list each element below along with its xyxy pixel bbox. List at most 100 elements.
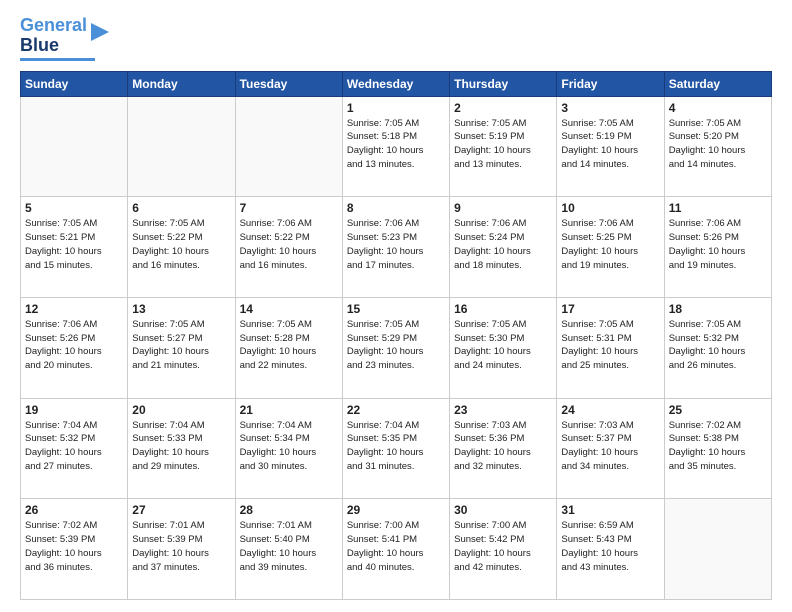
calendar-cell: 26Sunrise: 7:02 AM Sunset: 5:39 PM Dayli…: [21, 499, 128, 600]
weekday-header-monday: Monday: [128, 71, 235, 96]
logo-general: General: [20, 15, 87, 35]
calendar-cell: 5 Sunrise: 7:05 AM Sunset: 5:21 PM Daylig…: [21, 197, 128, 298]
calendar-cell: 31 Sunrise: 6:59 AM Sunset: 5:43 PM Dayli…: [557, 499, 664, 600]
day-number: 29: [347, 503, 445, 517]
calendar-cell: 1Sunrise: 7:05 AM Sunset: 5:18 PM Daylig…: [342, 96, 449, 197]
day-info: Sunrise: 7:06 AM Sunset: 5:26 PM Dayligh…: [25, 318, 123, 373]
day-number: 4: [669, 101, 767, 115]
calendar-cell: [664, 499, 771, 600]
day-info: Sunrise: 7:05 AM Sunset: 5:32 PM Dayligh…: [669, 318, 767, 373]
logo: General Blue: [20, 16, 111, 61]
weekday-header-sunday: Sunday: [21, 71, 128, 96]
header: General Blue: [20, 16, 772, 61]
calendar-cell: 18 Sunrise: 7:05 AM Sunset: 5:32 PM Dayli…: [664, 297, 771, 398]
day-info: Sunrise: 7:05 AM Sunset: 5:29 PM Dayligh…: [347, 318, 445, 373]
day-info: Sunrise: 7:05 AM Sunset: 5:20 PM Dayligh…: [669, 117, 767, 172]
day-number: 14: [240, 302, 338, 316]
day-number: 18: [669, 302, 767, 316]
calendar-cell: 12 Sunrise: 7:06 AM Sunset: 5:26 PM Dayli…: [21, 297, 128, 398]
day-info: Sunrise: 7:06 AM Sunset: 5:23 PM Dayligh…: [347, 217, 445, 272]
calendar-week-row: 1Sunrise: 7:05 AM Sunset: 5:18 PM Daylig…: [21, 96, 772, 197]
weekday-header-thursday: Thursday: [450, 71, 557, 96]
day-info: Sunrise: 7:06 AM Sunset: 5:25 PM Dayligh…: [561, 217, 659, 272]
day-info: Sunrise: 7:06 AM Sunset: 5:24 PM Dayligh…: [454, 217, 552, 272]
day-number: 31: [561, 503, 659, 517]
day-number: 15: [347, 302, 445, 316]
day-number: 10: [561, 201, 659, 215]
day-number: 7: [240, 201, 338, 215]
calendar-cell: 22Sunrise: 7:04 AM Sunset: 5:35 PM Dayli…: [342, 398, 449, 499]
day-number: 8: [347, 201, 445, 215]
day-info: Sunrise: 7:05 AM Sunset: 5:21 PM Dayligh…: [25, 217, 123, 272]
calendar-week-row: 12 Sunrise: 7:06 AM Sunset: 5:26 PM Dayli…: [21, 297, 772, 398]
day-info: Sunrise: 7:05 AM Sunset: 5:19 PM Dayligh…: [561, 117, 659, 172]
day-number: 13: [132, 302, 230, 316]
day-number: 24: [561, 403, 659, 417]
calendar-cell: 21 Sunrise: 7:04 AM Sunset: 5:34 PM Dayli…: [235, 398, 342, 499]
calendar-cell: 6Sunrise: 7:05 AM Sunset: 5:22 PM Daylig…: [128, 197, 235, 298]
day-number: 26: [25, 503, 123, 517]
day-info: Sunrise: 7:04 AM Sunset: 5:32 PM Dayligh…: [25, 419, 123, 474]
page: General Blue SundayMondayTuesdayWednesda…: [0, 0, 792, 612]
day-info: Sunrise: 7:02 AM Sunset: 5:38 PM Dayligh…: [669, 419, 767, 474]
day-number: 12: [25, 302, 123, 316]
day-number: 25: [669, 403, 767, 417]
day-number: 23: [454, 403, 552, 417]
day-number: 2: [454, 101, 552, 115]
day-info: Sunrise: 6:59 AM Sunset: 5:43 PM Dayligh…: [561, 519, 659, 574]
calendar-cell: 7 Sunrise: 7:06 AM Sunset: 5:22 PM Daylig…: [235, 197, 342, 298]
calendar-cell: 27Sunrise: 7:01 AM Sunset: 5:39 PM Dayli…: [128, 499, 235, 600]
calendar-cell: 28Sunrise: 7:01 AM Sunset: 5:40 PM Dayli…: [235, 499, 342, 600]
day-info: Sunrise: 7:05 AM Sunset: 5:30 PM Dayligh…: [454, 318, 552, 373]
calendar-week-row: 19 Sunrise: 7:04 AM Sunset: 5:32 PM Dayli…: [21, 398, 772, 499]
calendar-cell: 14 Sunrise: 7:05 AM Sunset: 5:28 PM Dayli…: [235, 297, 342, 398]
calendar-cell: 19 Sunrise: 7:04 AM Sunset: 5:32 PM Dayli…: [21, 398, 128, 499]
calendar-cell: 17 Sunrise: 7:05 AM Sunset: 5:31 PM Dayli…: [557, 297, 664, 398]
day-info: Sunrise: 7:00 AM Sunset: 5:41 PM Dayligh…: [347, 519, 445, 574]
calendar-cell: 9 Sunrise: 7:06 AM Sunset: 5:24 PM Daylig…: [450, 197, 557, 298]
calendar-cell: 30 Sunrise: 7:00 AM Sunset: 5:42 PM Dayli…: [450, 499, 557, 600]
calendar-cell: 16Sunrise: 7:05 AM Sunset: 5:30 PM Dayli…: [450, 297, 557, 398]
calendar-cell: 15 Sunrise: 7:05 AM Sunset: 5:29 PM Dayli…: [342, 297, 449, 398]
day-info: Sunrise: 7:06 AM Sunset: 5:26 PM Dayligh…: [669, 217, 767, 272]
day-number: 21: [240, 403, 338, 417]
calendar-cell: 8 Sunrise: 7:06 AM Sunset: 5:23 PM Daylig…: [342, 197, 449, 298]
weekday-header-row: SundayMondayTuesdayWednesdayThursdayFrid…: [21, 71, 772, 96]
calendar-week-row: 5 Sunrise: 7:05 AM Sunset: 5:21 PM Daylig…: [21, 197, 772, 298]
calendar-cell: 10 Sunrise: 7:06 AM Sunset: 5:25 PM Dayli…: [557, 197, 664, 298]
day-info: Sunrise: 7:05 AM Sunset: 5:27 PM Dayligh…: [132, 318, 230, 373]
calendar-cell: 20Sunrise: 7:04 AM Sunset: 5:33 PM Dayli…: [128, 398, 235, 499]
weekday-header-tuesday: Tuesday: [235, 71, 342, 96]
day-info: Sunrise: 7:06 AM Sunset: 5:22 PM Dayligh…: [240, 217, 338, 272]
weekday-header-wednesday: Wednesday: [342, 71, 449, 96]
day-info: Sunrise: 7:05 AM Sunset: 5:18 PM Dayligh…: [347, 117, 445, 172]
day-info: Sunrise: 7:05 AM Sunset: 5:28 PM Dayligh…: [240, 318, 338, 373]
calendar-cell: 23Sunrise: 7:03 AM Sunset: 5:36 PM Dayli…: [450, 398, 557, 499]
calendar-cell: 3 Sunrise: 7:05 AM Sunset: 5:19 PM Daylig…: [557, 96, 664, 197]
day-info: Sunrise: 7:04 AM Sunset: 5:34 PM Dayligh…: [240, 419, 338, 474]
day-number: 5: [25, 201, 123, 215]
calendar-cell: 29 Sunrise: 7:00 AM Sunset: 5:41 PM Dayli…: [342, 499, 449, 600]
calendar-cell: 2 Sunrise: 7:05 AM Sunset: 5:19 PM Daylig…: [450, 96, 557, 197]
day-number: 11: [669, 201, 767, 215]
day-number: 30: [454, 503, 552, 517]
calendar-table: SundayMondayTuesdayWednesdayThursdayFrid…: [20, 71, 772, 600]
day-number: 9: [454, 201, 552, 215]
day-number: 20: [132, 403, 230, 417]
calendar-cell: 25 Sunrise: 7:02 AM Sunset: 5:38 PM Dayli…: [664, 398, 771, 499]
day-number: 19: [25, 403, 123, 417]
day-info: Sunrise: 7:05 AM Sunset: 5:19 PM Dayligh…: [454, 117, 552, 172]
calendar-cell: 11 Sunrise: 7:06 AM Sunset: 5:26 PM Dayli…: [664, 197, 771, 298]
day-info: Sunrise: 7:05 AM Sunset: 5:31 PM Dayligh…: [561, 318, 659, 373]
calendar-cell: [235, 96, 342, 197]
day-number: 17: [561, 302, 659, 316]
day-info: Sunrise: 7:01 AM Sunset: 5:39 PM Dayligh…: [132, 519, 230, 574]
day-number: 3: [561, 101, 659, 115]
day-info: Sunrise: 7:03 AM Sunset: 5:37 PM Dayligh…: [561, 419, 659, 474]
calendar-cell: 24 Sunrise: 7:03 AM Sunset: 5:37 PM Dayli…: [557, 398, 664, 499]
day-number: 28: [240, 503, 338, 517]
day-info: Sunrise: 7:00 AM Sunset: 5:42 PM Dayligh…: [454, 519, 552, 574]
calendar-cell: [128, 96, 235, 197]
calendar-cell: 13 Sunrise: 7:05 AM Sunset: 5:27 PM Dayli…: [128, 297, 235, 398]
logo-line: [20, 58, 95, 61]
